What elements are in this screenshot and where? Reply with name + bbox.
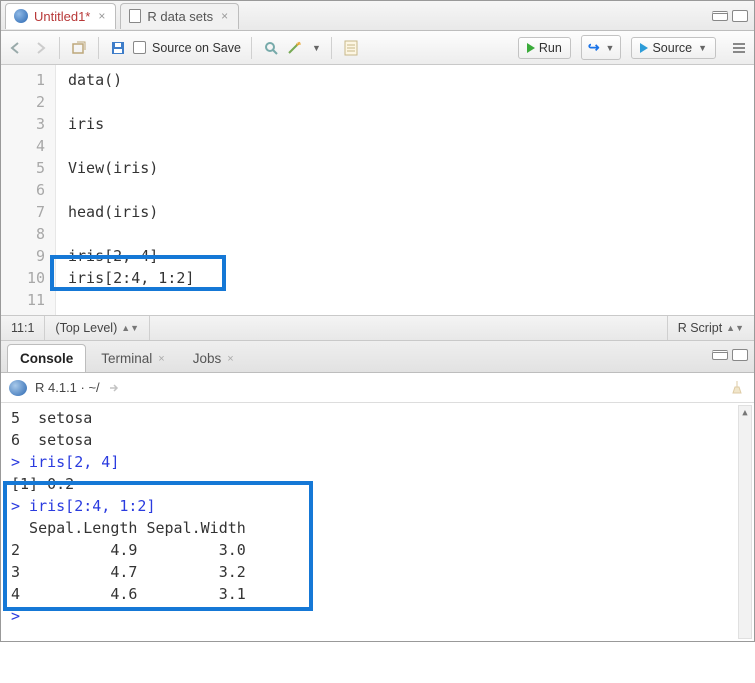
source-arrow-icon xyxy=(640,43,648,53)
popout-icon[interactable] xyxy=(108,381,122,395)
close-icon[interactable]: × xyxy=(219,9,230,23)
tab-terminal[interactable]: Terminal× xyxy=(88,344,177,372)
save-icon[interactable] xyxy=(109,39,127,57)
source-button-label: Source xyxy=(652,41,692,55)
line-gutter: 123 456 789 1011 xyxy=(1,65,56,315)
pane-window-controls xyxy=(712,349,754,365)
console-tab-strip: Console Terminal× Jobs× xyxy=(1,341,754,373)
rerun-icon: ↪ xyxy=(588,39,600,56)
outline-icon[interactable] xyxy=(730,39,748,57)
maximize-pane-icon[interactable] xyxy=(732,10,748,22)
run-button-label: Run xyxy=(539,41,562,55)
wand-icon[interactable] xyxy=(286,39,304,57)
editor-tab-rdatasets[interactable]: R data sets × xyxy=(120,3,239,29)
tab-console[interactable]: Console xyxy=(7,344,86,372)
rerun-button[interactable]: ↪ ▼ xyxy=(581,35,622,60)
r-logo-icon xyxy=(9,380,27,396)
tab-jobs[interactable]: Jobs× xyxy=(180,344,247,372)
scope-selector[interactable]: (Top Level)▲▼ xyxy=(45,316,150,340)
close-icon[interactable]: × xyxy=(158,353,164,365)
tab-label: R data sets xyxy=(147,9,213,24)
minimize-pane-icon[interactable] xyxy=(712,11,728,21)
pane-window-controls xyxy=(712,10,754,22)
r-logo-icon xyxy=(14,9,28,23)
source-on-save-checkbox[interactable] xyxy=(133,41,146,54)
console-output[interactable]: 5 setosa6 setosa> iris[2, 4][1] 0.2> iri… xyxy=(1,403,754,641)
editor-pane: Untitled1* × R data sets × xyxy=(1,1,754,341)
console-info-bar: R 4.1.1 · ~/ xyxy=(1,373,754,403)
back-icon[interactable] xyxy=(7,39,25,57)
dropdown-icon[interactable]: ▼ xyxy=(312,43,321,53)
cursor-position: 11:1 xyxy=(1,316,45,340)
dropdown-icon[interactable]: ▼ xyxy=(698,43,707,53)
sort-icon: ▲▼ xyxy=(726,323,744,333)
close-icon[interactable]: × xyxy=(96,9,107,23)
run-button[interactable]: Run xyxy=(518,37,571,59)
dropdown-icon[interactable]: ▼ xyxy=(606,43,615,53)
code-editor[interactable]: 123 456 789 1011 data() iris View(iris) … xyxy=(1,65,754,315)
run-arrow-icon xyxy=(527,43,535,53)
r-version-path: R 4.1.1 · ~/ xyxy=(35,380,100,395)
editor-status-bar: 11:1 (Top Level)▲▼ R Script▲▼ xyxy=(1,315,754,341)
vertical-scrollbar[interactable]: ▲ xyxy=(738,405,752,639)
highlight-box xyxy=(3,481,313,611)
show-in-new-window-icon[interactable] xyxy=(70,39,88,57)
editor-tab-untitled1[interactable]: Untitled1* × xyxy=(5,3,116,29)
console-pane: Console Terminal× Jobs× R 4.1.1 · ~/ 5 s… xyxy=(1,341,754,641)
find-icon[interactable] xyxy=(262,39,280,57)
code-area[interactable]: data() iris View(iris) head(iris) iris[2… xyxy=(56,65,194,315)
source-on-save-label: Source on Save xyxy=(152,41,241,55)
clear-console-icon[interactable] xyxy=(728,379,746,397)
editor-tab-strip: Untitled1* × R data sets × xyxy=(1,1,754,31)
scroll-up-icon[interactable]: ▲ xyxy=(739,406,751,420)
editor-toolbar: Source on Save ▼ Run ↪ ▼ Source xyxy=(1,31,754,65)
minimize-pane-icon[interactable] xyxy=(712,350,728,360)
report-icon[interactable] xyxy=(342,39,360,57)
forward-icon[interactable] xyxy=(31,39,49,57)
source-button[interactable]: Source ▼ xyxy=(631,37,716,59)
doc-icon xyxy=(129,9,141,23)
close-icon[interactable]: × xyxy=(227,353,233,365)
sort-icon: ▲▼ xyxy=(121,323,139,333)
maximize-pane-icon[interactable] xyxy=(732,349,748,361)
highlight-box xyxy=(50,255,226,291)
file-type-selector[interactable]: R Script▲▼ xyxy=(667,316,754,340)
tab-label: Untitled1* xyxy=(34,9,90,24)
